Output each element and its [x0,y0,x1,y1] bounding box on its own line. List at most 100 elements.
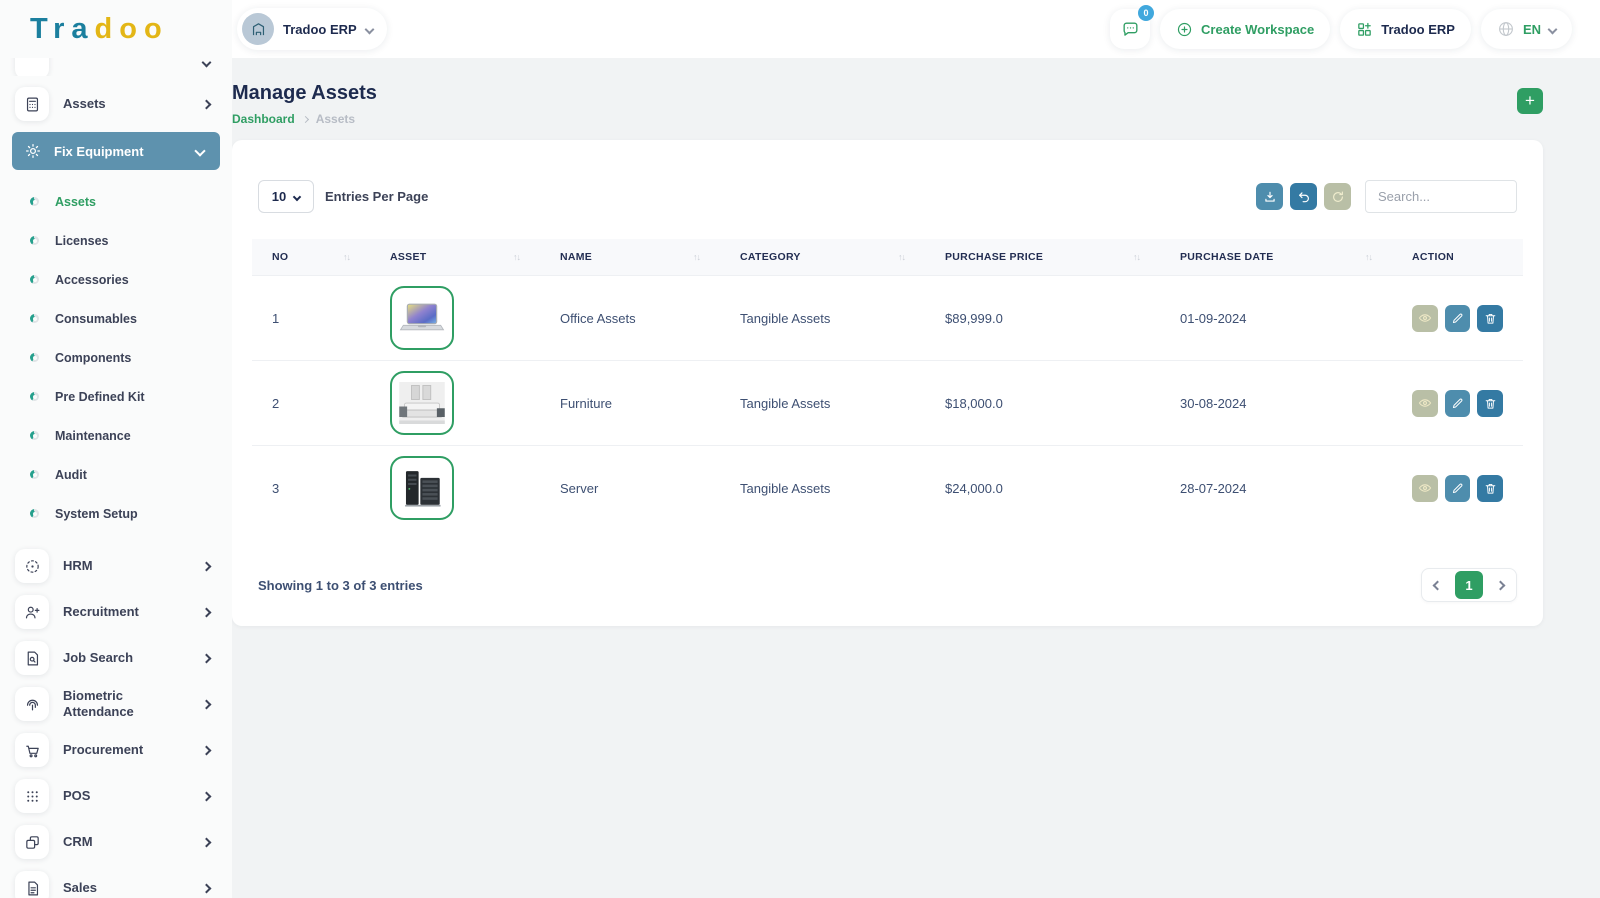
cell-date: 28-07-2024 [1180,480,1247,496]
eye-icon [1418,311,1432,325]
export-button[interactable] [1256,183,1283,210]
cell-no: 2 [272,395,280,411]
submenu-label: Accessories [55,272,129,287]
delete-button[interactable] [1477,389,1504,417]
sidebar-item-crm[interactable]: CRM [0,819,232,865]
delete-button[interactable] [1477,474,1504,502]
view-button[interactable] [1412,474,1438,502]
sidebar-item-pos[interactable]: POS [0,773,232,819]
sidebar-item-sales[interactable]: Sales [0,865,232,898]
eye-icon [1418,481,1432,495]
sidebar-item-recruitment[interactable]: Recruitment [0,589,232,635]
next-page-button[interactable] [1495,580,1506,590]
page-header: Manage Assets Dashboard Assets + [232,82,1543,126]
entries-per-page-select[interactable]: 10 [258,180,314,213]
trash-icon [1484,482,1497,495]
previous-page-button[interactable] [1432,580,1443,590]
language-code: EN [1522,21,1541,37]
cell-category: Tangible Assets [740,480,831,496]
submenu-item-pre-defined-kit[interactable]: Pre Defined Kit [0,377,232,416]
erp-shortcut-button[interactable]: Tradoo ERP [1340,9,1471,49]
eye-icon [1418,396,1432,410]
chevron-right-icon [201,883,212,893]
submenu-item-audit[interactable]: Audit [0,455,232,494]
search-input[interactable] [1365,180,1517,213]
chevron-down-icon [1547,24,1558,34]
plus-circle-icon [1176,21,1193,38]
erp-shortcut-label: Tradoo ERP [1381,21,1455,37]
page-number-button[interactable]: 1 [1455,571,1483,599]
chevron-right-icon [201,745,212,755]
row-actions [1412,389,1504,417]
cell-name: Furniture [560,395,613,411]
chevron-right-icon [201,699,212,709]
sort-icon: ↑↓ [1133,252,1141,262]
sidebar-item-label: POS [63,787,91,803]
globe-icon [1497,20,1515,38]
edit-button[interactable] [1444,474,1471,502]
column-header-category[interactable]: CATEGORY ↑↓ [720,251,925,263]
cell-no: 3 [272,480,280,496]
sidebar-item-fix-equipment[interactable]: Fix Equipment [12,132,220,170]
add-asset-button[interactable]: + [1517,88,1543,114]
view-button[interactable] [1412,304,1438,332]
column-header-name[interactable]: NAME ↑↓ [540,251,720,263]
submenu-item-system-setup[interactable]: System Setup [0,494,232,533]
column-header-purchase-date[interactable]: PURCHASE DATE ↑↓ [1160,251,1392,263]
cell-date: 01-09-2024 [1180,310,1247,326]
create-workspace-button[interactable]: Create Workspace [1160,9,1331,49]
pencil-icon [1451,397,1464,410]
sidebar-item-assets[interactable]: Assets [0,82,232,126]
refresh-button[interactable] [1324,183,1351,210]
chevron-right-icon [1495,580,1506,590]
chevron-right-icon [201,653,212,663]
submenu-item-assets[interactable]: Assets [0,182,232,221]
table-footer: Showing 1 to 3 of 3 entries 1 [258,568,1517,602]
trash-icon [1484,312,1497,325]
topbar-actions: 0 Create Workspace Tradoo ERP EN [1110,5,1572,49]
sidebar-item-biometric-attendance[interactable]: Biometric Attendance [0,681,232,727]
column-header-no[interactable]: NO ↑↓ [252,251,370,263]
row-actions [1412,304,1504,332]
bullet-icon [30,470,39,479]
chevron-right-icon [201,561,212,571]
dots-grid-icon [15,779,49,813]
bullet-icon [30,236,39,245]
submenu-item-accessories[interactable]: Accessories [0,260,232,299]
submenu-item-maintenance[interactable]: Maintenance [0,416,232,455]
sidebar-item-job-search[interactable]: Job Search [0,635,232,681]
breadcrumb-dashboard-link[interactable]: Dashboard [232,112,295,126]
logo-text-teal: Tra [30,12,95,45]
chevron-down-icon [364,24,375,34]
delete-button[interactable] [1477,304,1504,332]
workspace-name: Tradoo ERP [283,21,357,37]
view-button[interactable] [1412,389,1438,417]
undo-button[interactable] [1290,183,1317,210]
refresh-icon [1331,190,1345,204]
chevron-right-icon [201,837,212,847]
edit-button[interactable] [1444,389,1471,417]
submenu-item-consumables[interactable]: Consumables [0,299,232,338]
column-header-asset[interactable]: ASSET ↑↓ [370,251,540,263]
submenu-item-components[interactable]: Components [0,338,232,377]
chevron-down-icon [194,145,206,157]
main-area: Tradoo ERP 0 Create Workspace Tradoo ERP… [232,0,1600,898]
sidebar-item-clipped [0,58,232,76]
bullet-icon [30,509,39,518]
showing-entries-text: Showing 1 to 3 of 3 entries [258,577,423,593]
asset-thumbnail-laptop [390,286,454,350]
sidebar-item-hrm[interactable]: HRM [0,543,232,589]
language-selector[interactable]: EN [1480,9,1572,49]
edit-button[interactable] [1444,304,1471,332]
gear-icon [24,142,42,160]
workspace-switcher[interactable]: Tradoo ERP [237,8,387,50]
table-row: 3 Server Tangible Assets $24,000.0 28-07… [252,445,1523,530]
calculator-icon [15,87,49,121]
column-header-purchase-price[interactable]: PURCHASE PRICE ↑↓ [925,251,1160,263]
sort-icon: ↑↓ [898,252,906,262]
sidebar-item-procurement[interactable]: Procurement [0,727,232,773]
cell-name: Server [560,480,599,496]
sidebar-item-label: Job Search [63,649,134,665]
chat-button[interactable]: 0 [1110,5,1155,49]
submenu-item-licenses[interactable]: Licenses [0,221,232,260]
